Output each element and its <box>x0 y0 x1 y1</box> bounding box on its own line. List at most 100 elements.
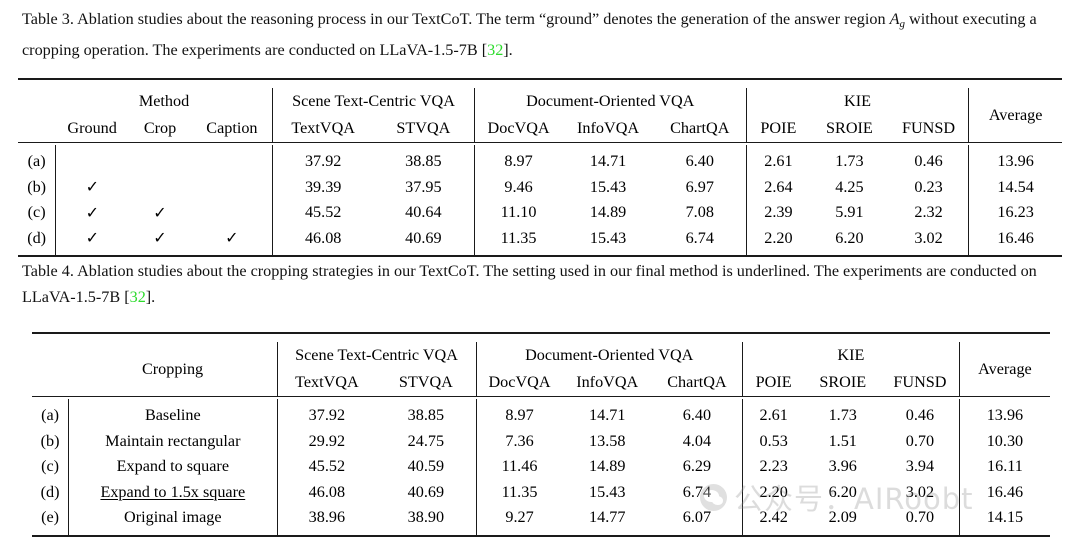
cell-textvqa: 45.52 <box>272 200 374 226</box>
cell-average: 16.11 <box>958 454 1050 480</box>
row-index: (a) <box>41 406 60 425</box>
cell-funsd: 0.70 <box>905 431 935 450</box>
table-4-group-document-vqa: Document-Oriented VQA <box>475 342 743 369</box>
row-index: (c) <box>27 203 46 222</box>
table-3-caption-symbol: A <box>889 10 900 28</box>
table-row: (a) 37.92 38.85 8.97 14.71 6.40 2.61 1.73 0.46 13… <box>18 145 1062 175</box>
cell-sroie: 1.51 <box>828 431 857 450</box>
table-4-header-stvqa: STVQA <box>398 373 453 391</box>
cell-caption <box>192 200 273 226</box>
table-3-citation-link[interactable]: 32 <box>487 41 503 59</box>
cell-poie: 2.42 <box>741 505 805 536</box>
cell-chartqa: 6.74 <box>682 482 712 501</box>
table-4-header-sroie: SROIE <box>819 373 867 391</box>
table-4-citation-link[interactable]: 32 <box>130 288 146 306</box>
cell-textvqa: 39.39 <box>272 174 374 200</box>
cell-stvqa: 38.85 <box>405 152 442 171</box>
table-4-group-scene-vqa: Scene Text-Centric VQA <box>276 342 477 369</box>
cell-average: 16.46 <box>968 225 1062 256</box>
cell-sroie: 3.96 <box>828 457 857 476</box>
cell-caption <box>192 175 273 201</box>
cell-ground <box>55 145 129 175</box>
table-3-header-textvqa: TextVQA <box>272 115 374 143</box>
table-3-header-ground: Ground <box>67 119 117 137</box>
table-row: (e) Original image 38.96 38.90 9.27 14.77 6.07… <box>32 505 1050 536</box>
cell-docvqa: 8.97 <box>475 399 563 429</box>
row-index: (d) <box>40 482 60 501</box>
cell-chartqa: 6.97 <box>685 177 714 196</box>
table-3-header-chartqa: ChartQA <box>670 119 730 137</box>
table-3-group-average: Average <box>968 88 1062 143</box>
table-4-header-chartqa: ChartQA <box>667 373 727 391</box>
cell-average: 14.15 <box>958 505 1050 536</box>
table-4-header-infovqa: InfoVQA <box>576 373 639 391</box>
table-4-header-docvqa: DocVQA <box>475 369 563 397</box>
table-3-sub-header-row: Ground Crop Caption TextVQA STVQA DocVQA… <box>18 115 1062 143</box>
cell-funsd: 3.02 <box>914 228 943 247</box>
cell-funsd: 2.32 <box>914 203 943 222</box>
table-row: (b) ✓ 39.39 37.95 9.46 15.43 6.97 2.64 4.25 0.23 1… <box>18 174 1062 201</box>
cell-poie: 2.64 <box>745 174 811 200</box>
table-3-group-header-row: Method Scene Text-Centric VQA Document-O… <box>18 88 1062 143</box>
cell-sroie: 4.25 <box>835 177 864 196</box>
cell-infovqa: 14.77 <box>589 508 626 527</box>
cell-infovqa: 14.71 <box>589 152 627 171</box>
table-3-header-infovqa: InfoVQA <box>577 119 640 137</box>
table-4-group-header-row: Cropping Scene Text-Centric VQA Document… <box>32 342 1050 397</box>
cell-ground: ✓ <box>55 225 129 256</box>
table-4-group-kie: KIE <box>741 342 960 369</box>
table-3-group-method: Method <box>138 92 190 110</box>
table-row: (d) Expand to 1.5x square 46.08 40.69 11.35 1… <box>32 479 1050 505</box>
cell-poie: 2.20 <box>741 479 805 505</box>
table-4: Cropping Scene Text-Centric VQA Document… <box>32 332 1050 539</box>
cell-average: 10.30 <box>958 428 1050 454</box>
table-3-header-poie: POIE <box>745 115 811 143</box>
cell-average: 13.96 <box>968 145 1062 175</box>
cell-stvqa: 38.85 <box>407 406 445 425</box>
table-3-header-funsd: FUNSD <box>901 119 956 137</box>
cell-infovqa: 14.89 <box>589 457 626 476</box>
table-4-header-funsd: FUNSD <box>893 373 947 391</box>
table-3-index-subheader <box>18 115 56 143</box>
cell-textvqa: 37.92 <box>276 399 377 429</box>
row-index: (c) <box>41 457 60 476</box>
cell-sroie: 6.20 <box>828 482 857 501</box>
table-3-caption-text-3: ]. <box>503 40 513 59</box>
table-3-group-kie: KIE <box>745 88 969 115</box>
table-row: (d) ✓ ✓ ✓ 46.08 40.69 11.35 15.43 6.74 2.20 6.20 3.… <box>18 225 1062 256</box>
cell-caption <box>192 145 273 175</box>
cell-crop <box>129 175 192 201</box>
cell-funsd: 0.46 <box>914 152 943 171</box>
cell-chartqa: 4.04 <box>682 431 712 450</box>
cell-chartqa: 6.07 <box>682 508 712 527</box>
cell-textvqa: 46.08 <box>272 225 374 256</box>
cell-chartqa: 7.08 <box>685 203 714 222</box>
table-4-caption-text-2: ]. <box>145 288 156 306</box>
cell-infovqa: 15.43 <box>589 177 627 196</box>
table-3-header-docvqa: DocVQA <box>473 115 563 143</box>
cell-poie: 0.53 <box>741 428 805 454</box>
cell-ground: ✓ <box>55 174 129 200</box>
cell-chartqa: 6.40 <box>682 406 712 425</box>
document-page: Table 3. Ablation studies about the reas… <box>0 0 1080 538</box>
table-3-header-stvqa: STVQA <box>396 119 451 137</box>
cell-caption: ✓ <box>225 229 239 248</box>
table-4-body: (a) Baseline 37.92 38.85 8.97 14.71 6.40 2.61 1.… <box>32 399 1050 536</box>
table-3-caption: Table 3. Ablation studies about the reas… <box>22 6 1070 63</box>
table-3-caption-text-1: Ablation studies about the reasoning pro… <box>77 10 890 28</box>
table-3-index-col-header <box>18 88 56 115</box>
table-3-group-scene-vqa: Scene Text-Centric VQA <box>272 88 475 115</box>
table-3-header-caption: Caption <box>206 119 258 137</box>
cell-stvqa: 38.90 <box>407 508 445 527</box>
table-4-caption-text-1: Ablation studies about the cropping stra… <box>22 262 1037 306</box>
cell-funsd: 0.46 <box>905 406 935 425</box>
table-row: (a) Baseline 37.92 38.85 8.97 14.71 6.40 2.61 1.… <box>32 399 1050 429</box>
cell-poie: 2.61 <box>745 145 811 175</box>
cell-textvqa: 46.08 <box>276 479 377 505</box>
table-3-caption-label: Table 3. <box>22 10 74 28</box>
cell-cropping-strategy: Expand to square <box>68 454 278 480</box>
table-row: (c) ✓ ✓ 45.52 40.64 11.10 14.89 7.08 2.39 5.91 2.3… <box>18 200 1062 226</box>
cell-sroie: 5.91 <box>835 203 864 222</box>
row-index: (d) <box>27 228 47 247</box>
cell-crop <box>129 145 192 175</box>
